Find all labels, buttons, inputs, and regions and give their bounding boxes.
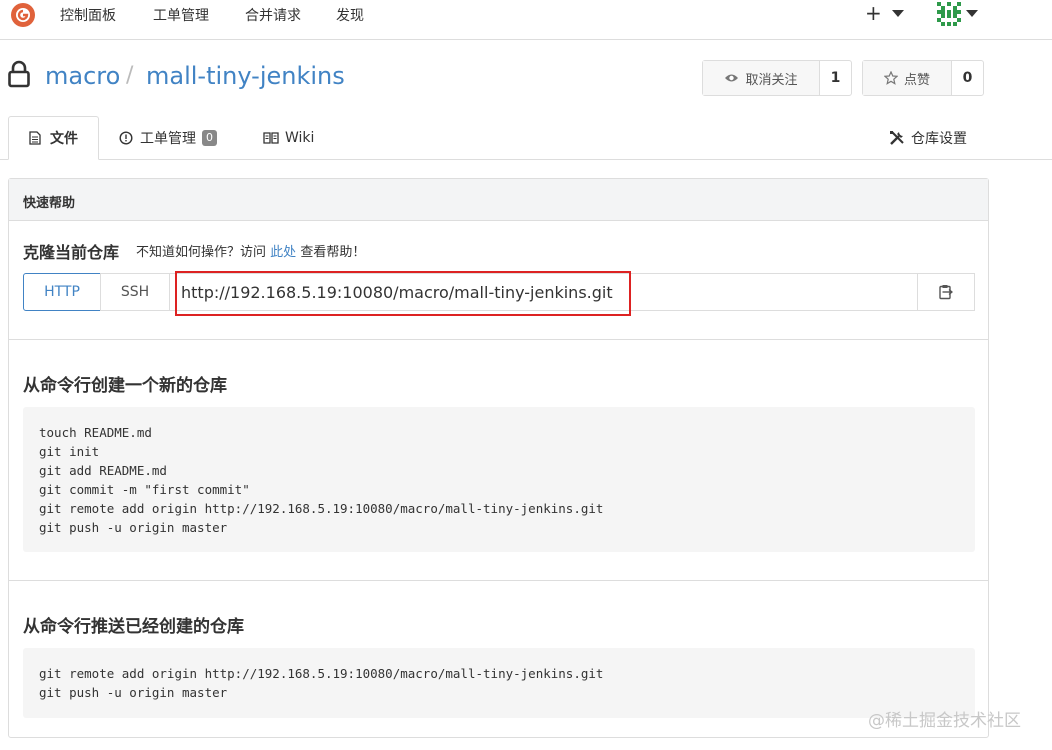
file-text-icon (29, 131, 41, 145)
repo-tab-bar: 文件 工单管理 0 Wiki 仓库设置 (0, 116, 1052, 160)
tab-issues-label: 工单管理 (140, 131, 196, 147)
nav-pull-requests[interactable]: 合并请求 (245, 5, 301, 25)
code-line: git push -u origin master (39, 520, 228, 535)
star-icon (883, 71, 898, 85)
tab-settings[interactable]: 仓库设置 (889, 116, 967, 160)
eye-icon (725, 74, 739, 82)
star-button-group: 点赞 0 (862, 60, 984, 96)
stars-count[interactable]: 0 (952, 61, 983, 95)
section-divider (9, 580, 988, 581)
quick-help-panel: 快速帮助 克隆当前仓库 不知道如何操作？访问 此处 查看帮助！ HTTP SSH… (8, 178, 989, 738)
nav-dashboard[interactable]: 控制面板 (60, 5, 116, 25)
new-repo-title: 从命令行创建一个新的仓库 (23, 376, 227, 396)
nav-explore[interactable]: 发现 (336, 5, 364, 25)
new-repo-commands: touch README.md git init git add README.… (23, 407, 975, 552)
section-divider (9, 339, 988, 340)
clipboard-icon (939, 285, 953, 300)
tab-settings-label: 仓库设置 (911, 131, 967, 147)
repo-owner-link[interactable]: macro (45, 62, 120, 90)
tab-wiki-label: Wiki (285, 130, 315, 146)
tab-issues[interactable]: 工单管理 0 (119, 116, 217, 160)
lock-icon (8, 60, 30, 88)
star-button[interactable]: 点赞 (863, 61, 952, 95)
quick-help-header: 快速帮助 (9, 179, 988, 221)
code-line: git add README.md (39, 463, 167, 478)
issues-count-badge: 0 (202, 130, 217, 146)
create-new-icon[interactable]: + (865, 1, 882, 25)
ssh-protocol-button[interactable]: SSH (100, 273, 170, 311)
unwatch-button-group: 取消关注 1 (702, 60, 852, 96)
book-icon (263, 132, 279, 144)
code-line: git remote add origin http://192.168.5.1… (39, 501, 604, 516)
user-dropdown-caret-icon[interactable] (966, 10, 978, 17)
nav-issues[interactable]: 工单管理 (153, 5, 209, 25)
clone-section-title: 克隆当前仓库 (23, 243, 120, 262)
user-avatar[interactable] (935, 0, 963, 28)
hint-suffix: 查看帮助！ (300, 245, 366, 260)
tab-files-label: 文件 (50, 131, 78, 147)
top-navbar: 控制面板 工单管理 合并请求 发现 + (0, 0, 1052, 40)
code-line: git commit -m "first commit" (39, 482, 250, 497)
create-dropdown-caret-icon[interactable] (892, 10, 904, 17)
repo-path-separator: / (126, 63, 134, 88)
code-line: git remote add origin http://192.168.5.1… (39, 666, 604, 681)
tools-icon (890, 131, 904, 145)
unwatch-button[interactable]: 取消关注 (703, 61, 820, 95)
watermark: @稀土掘金技术社区 (868, 711, 1021, 731)
code-line: git push -u origin master (39, 685, 228, 700)
hint-prefix: 不知道如何操作？访问 (136, 245, 267, 260)
issue-opened-icon (119, 131, 133, 145)
repo-name-link[interactable]: mall-tiny-jenkins (146, 62, 345, 90)
url-highlight-annotation (175, 271, 631, 316)
star-label: 点赞 (903, 72, 930, 88)
copy-url-button[interactable] (917, 273, 975, 311)
unwatch-label: 取消关注 (745, 72, 798, 88)
code-line: touch README.md (39, 425, 152, 440)
clone-help-hint: 不知道如何操作？访问 此处 查看帮助！ (136, 241, 365, 260)
tab-files[interactable]: 文件 (8, 116, 99, 160)
tab-wiki[interactable]: Wiki (263, 116, 314, 160)
code-line: git init (39, 444, 100, 459)
gogs-logo-icon[interactable] (10, 2, 36, 28)
http-protocol-button[interactable]: HTTP (23, 273, 101, 311)
watchers-count[interactable]: 1 (820, 61, 851, 95)
help-link[interactable]: 此处 (270, 245, 296, 260)
push-existing-commands: git remote add origin http://192.168.5.1… (23, 648, 975, 718)
push-existing-title: 从命令行推送已经创建的仓库 (23, 617, 244, 637)
